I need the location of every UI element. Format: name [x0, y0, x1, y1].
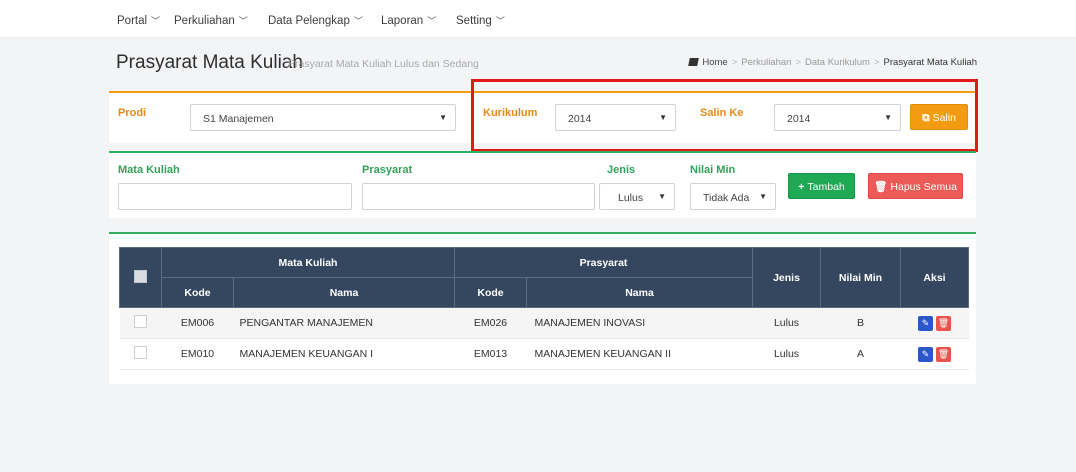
prasyarat-table: Mata Kuliah Prasyarat Jenis Nilai Min Ak… [119, 247, 969, 370]
dropdown-arrow-icon: ▼ [658, 192, 666, 201]
mk-kode-cell: EM010 [161, 338, 234, 370]
chevron-down-icon: ﹀ [353, 16, 363, 26]
page-subtitle: Prasyarat Mata Kuliah Lulus dan Sedang [288, 58, 479, 70]
breadcrumb-separator: > [731, 57, 738, 68]
chevron-down-icon: ﹀ [151, 16, 161, 26]
dropdown-arrow-icon: ▼ [759, 192, 767, 201]
breadcrumb-separator: > [795, 57, 802, 68]
jenis-label: Jenis [607, 164, 636, 176]
tambah-button[interactable]: + Tambah [788, 173, 855, 199]
nav-item-data-pelengkap[interactable]: Data Pelengkap ﹀ [268, 14, 363, 27]
breadcrumb: Home > Perkuliahan > Data Kurikulum > Prasyara… [688, 57, 977, 68]
page-title: Prasyarat Mata Kuliah [116, 52, 303, 73]
tambah-button-label: Tambah [807, 181, 845, 193]
nav-label: Data Pelengkap [268, 15, 350, 27]
nav-item-setting[interactable]: Setting ﹀ [456, 14, 505, 27]
nav-label: Perkuliahan [174, 15, 235, 27]
header-aksi: Aksi [900, 247, 969, 308]
select-all-cell [119, 247, 162, 308]
nav-item-laporan[interactable]: Laporan ﹀ [381, 14, 436, 27]
select-all-checkbox[interactable] [134, 269, 147, 283]
jenis-cell: Lulus [752, 338, 821, 370]
highlight-box [471, 79, 978, 152]
chevron-down-icon: ﹀ [495, 16, 505, 26]
hapus-semua-button[interactable]: 🗑 Hapus Semua [868, 173, 963, 199]
breadcrumb-data-kurikulum[interactable]: Data Kurikulum [805, 57, 870, 68]
nilai-min-cell: A [820, 338, 901, 370]
jenis-select[interactable]: Lulus ▼ [599, 183, 675, 210]
breadcrumb-current: Prasyarat Mata Kuliah [883, 57, 977, 68]
jenis-cell: Lulus [752, 307, 821, 339]
prodi-select[interactable]: S1 Manajemen ▼ [190, 104, 456, 131]
pencil-icon[interactable]: ✎ [918, 346, 933, 362]
breadcrumb-home[interactable]: Home [702, 57, 727, 68]
header-mk-nama: Nama [233, 277, 455, 308]
mata-kuliah-input[interactable] [118, 183, 352, 210]
header-pr-kode: Kode [454, 277, 527, 308]
mk-kode-cell: EM006 [161, 307, 234, 339]
breadcrumb-separator: > [873, 57, 880, 68]
dropdown-arrow-icon: ▼ [439, 113, 447, 122]
pr-nama-cell: MANAJEMEN KEUANGAN II [526, 338, 753, 370]
header-prasyarat: Prasyarat [454, 247, 753, 278]
header-mata-kuliah: Mata Kuliah [161, 247, 455, 278]
pr-nama-cell: MANAJEMEN INOVASI [526, 307, 753, 339]
chevron-down-icon: ﹀ [427, 16, 437, 26]
table-row: EM010 MANAJEMEN KEUANGAN I EM013 MANAJEM… [119, 338, 969, 370]
chevron-down-icon: ﹀ [238, 16, 248, 26]
pencil-icon[interactable]: ✎ [918, 315, 933, 331]
row-select-cell [119, 338, 162, 370]
trash-icon[interactable]: 🗑 [936, 315, 951, 331]
header-pr-nama: Nama [526, 277, 753, 308]
plus-icon: + [798, 181, 805, 193]
table-row: EM006 PENGANTAR MANAJEMEN EM026 MANAJEME… [119, 307, 969, 339]
book-icon [688, 58, 700, 66]
mk-nama-cell: PENGANTAR MANAJEMEN [233, 307, 455, 339]
nav-item-portal[interactable]: Portal ﹀ [117, 14, 160, 27]
nilai-min-cell: B [820, 307, 901, 339]
jenis-value: Lulus [618, 192, 644, 204]
nav-item-perkuliahan[interactable]: Perkuliahan ﹀ [174, 14, 248, 27]
prasyarat-label: Prasyarat [362, 164, 413, 176]
aksi-cell: ✎ 🗑 [900, 307, 969, 339]
mk-nama-cell: MANAJEMEN KEUANGAN I [233, 338, 455, 370]
header-mk-kode: Kode [161, 277, 234, 308]
mata-kuliah-label: Mata Kuliah [118, 164, 180, 176]
nilai-min-label: Nilai Min [690, 164, 736, 176]
trash-icon[interactable]: 🗑 [936, 346, 951, 362]
breadcrumb-perkuliahan[interactable]: Perkuliahan [741, 57, 791, 68]
nav-label: Portal [117, 15, 148, 27]
trash-icon: 🗑 [874, 181, 888, 193]
row-select-cell [119, 307, 162, 339]
hapus-semua-button-label: Hapus Semua [890, 181, 957, 193]
prodi-value: S1 Manajemen [203, 113, 274, 125]
form-panel: Mata Kuliah Prasyarat Jenis Lulus ▼ Nila… [109, 151, 976, 218]
pr-kode-cell: EM026 [454, 307, 527, 339]
nilai-min-value: Tidak Ada [703, 192, 750, 204]
aksi-cell: ✎ 🗑 [900, 338, 969, 370]
top-navbar: Portal ﹀ Perkuliahan ﹀ Data Pelengkap ﹀ Lap… [0, 0, 1076, 38]
nilai-min-select[interactable]: Tidak Ada ▼ [690, 183, 776, 210]
header-jenis: Jenis [752, 247, 821, 308]
row-checkbox[interactable] [134, 346, 147, 359]
nav-label: Laporan [381, 15, 424, 27]
nav-label: Setting [456, 15, 492, 27]
prodi-label: Prodi [118, 107, 147, 119]
header-nilai-min: Nilai Min [820, 247, 901, 308]
pr-kode-cell: EM013 [454, 338, 527, 370]
prasyarat-input[interactable] [362, 183, 595, 210]
row-checkbox[interactable] [134, 315, 147, 328]
